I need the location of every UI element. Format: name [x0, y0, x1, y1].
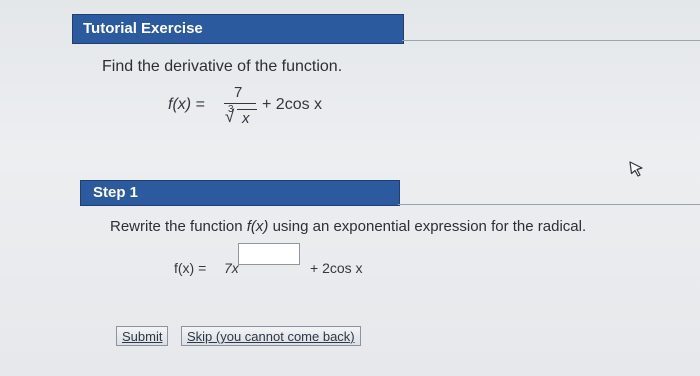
function-name: f(x): [168, 96, 192, 113]
step-divider: [398, 204, 700, 205]
answer-lhs: f(x) =: [174, 260, 207, 276]
step-title: Step 1: [93, 184, 139, 201]
function-lhs: f(x) =: [168, 96, 205, 114]
instruction-text: Rewrite the function: [110, 218, 247, 235]
exponent-input[interactable]: [238, 243, 300, 265]
instruction-function: f(x): [246, 218, 269, 235]
answer-coefficient: 7x: [224, 260, 239, 276]
step-header: Step 1: [80, 180, 400, 206]
question-prompt: Find the derivative of the function.: [102, 58, 343, 75]
answer-rest: + 2cos x: [310, 260, 363, 276]
fraction: 7 3 √ x: [220, 84, 260, 130]
submit-label: Submit: [122, 329, 163, 344]
step-instruction: Rewrite the function f(x) using an expon…: [110, 218, 586, 235]
radical-sign: √: [225, 107, 235, 126]
radicand: x: [242, 110, 250, 127]
submit-button[interactable]: Submit: [116, 326, 169, 346]
tutorial-title: Tutorial Exercise: [83, 20, 203, 37]
skip-button[interactable]: Skip (you cannot come back): [181, 326, 361, 346]
instruction-text-end: using an exponential expression for the …: [268, 218, 587, 235]
tutorial-header: Tutorial Exercise: [72, 14, 404, 44]
fraction-numerator: 7: [234, 84, 243, 101]
skip-label: Skip (you cannot come back): [187, 329, 355, 344]
header-divider: [402, 40, 700, 41]
equals-sign: =: [195, 96, 205, 113]
function-rest: + 2cos x: [262, 96, 323, 113]
mouse-pointer-icon: [629, 161, 643, 177]
